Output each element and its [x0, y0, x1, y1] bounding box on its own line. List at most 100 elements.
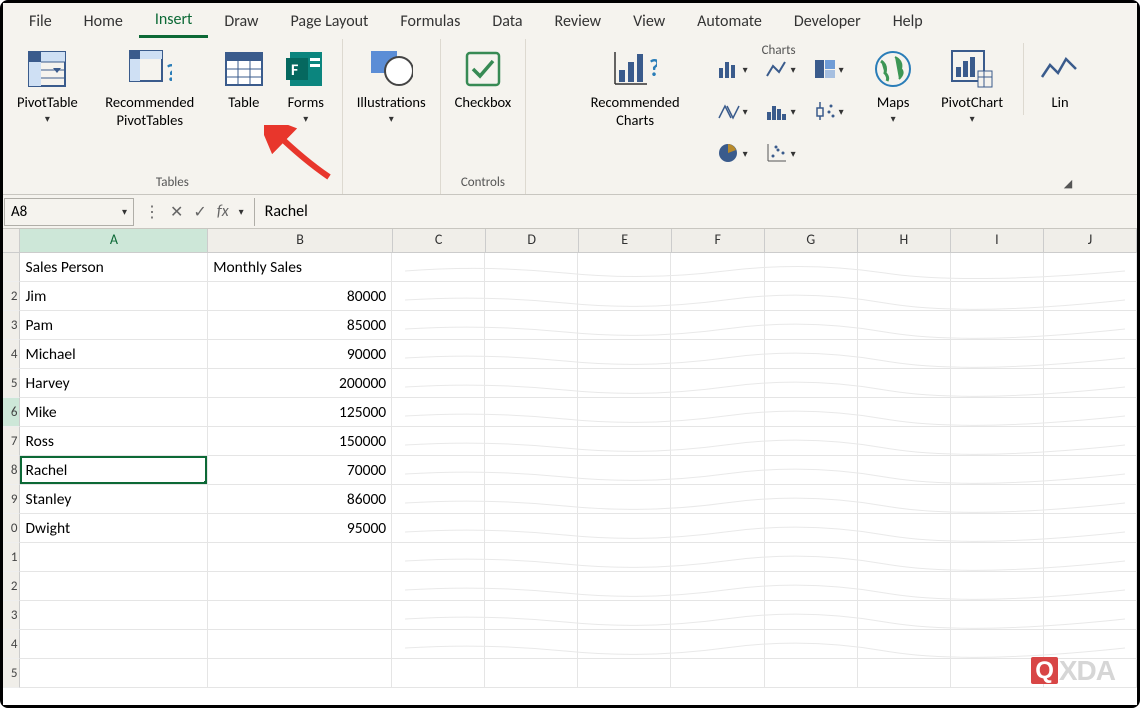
cell[interactable]: [578, 340, 671, 369]
cell[interactable]: [858, 659, 951, 688]
cell-B9[interactable]: 86000: [208, 485, 392, 514]
cell[interactable]: [392, 601, 485, 630]
sparkline-line-button[interactable]: Lin: [1023, 43, 1088, 115]
cell[interactable]: [1044, 369, 1137, 398]
cell[interactable]: [485, 253, 578, 282]
row-header[interactable]: 2: [3, 572, 20, 601]
cell[interactable]: [392, 427, 485, 456]
cell[interactable]: [392, 630, 485, 659]
cell-A6[interactable]: Mike: [20, 398, 208, 427]
cell[interactable]: [951, 456, 1044, 485]
cell[interactable]: [578, 659, 671, 688]
cell[interactable]: [858, 398, 951, 427]
cell[interactable]: [858, 369, 951, 398]
cell[interactable]: [858, 253, 951, 282]
row-header[interactable]: 1: [3, 543, 20, 572]
cell[interactable]: [578, 398, 671, 427]
row-header[interactable]: 7: [3, 427, 20, 456]
cell[interactable]: [765, 659, 858, 688]
cell[interactable]: [858, 601, 951, 630]
cell[interactable]: [208, 543, 392, 572]
cell[interactable]: [20, 543, 208, 572]
cell[interactable]: [20, 659, 208, 688]
cell[interactable]: [208, 601, 392, 630]
cell[interactable]: [208, 630, 392, 659]
checkbox-button[interactable]: Checkbox: [449, 43, 518, 115]
tab-formulas[interactable]: Formulas: [384, 6, 476, 37]
col-header-H[interactable]: H: [858, 229, 951, 252]
tab-file[interactable]: File: [13, 6, 68, 37]
column-chart-button[interactable]: ▾: [709, 49, 755, 89]
enter-icon[interactable]: ✓: [193, 202, 206, 222]
col-header-E[interactable]: E: [579, 229, 672, 252]
cell[interactable]: [578, 253, 671, 282]
cell[interactable]: [392, 514, 485, 543]
cell[interactable]: [20, 601, 208, 630]
cell[interactable]: [392, 311, 485, 340]
cell[interactable]: [951, 543, 1044, 572]
cell[interactable]: [951, 369, 1044, 398]
cell[interactable]: [858, 456, 951, 485]
cell[interactable]: [858, 572, 951, 601]
cell[interactable]: [951, 282, 1044, 311]
cell[interactable]: [392, 485, 485, 514]
cell[interactable]: [392, 572, 485, 601]
cell[interactable]: [671, 427, 764, 456]
tab-view[interactable]: View: [617, 6, 681, 37]
row-header[interactable]: 5: [3, 659, 20, 688]
cell[interactable]: [578, 630, 671, 659]
recommended-pivottables-button[interactable]: ? Recommended PivotTables: [90, 43, 210, 133]
cell[interactable]: [392, 369, 485, 398]
cell[interactable]: [578, 514, 671, 543]
cell-A3[interactable]: Pam: [20, 311, 208, 340]
scatter-chart-button[interactable]: ▾: [757, 133, 803, 173]
cell[interactable]: [1044, 427, 1137, 456]
cell[interactable]: [858, 340, 951, 369]
cell-A1[interactable]: Sales Person: [20, 253, 208, 282]
cell[interactable]: [671, 630, 764, 659]
cell[interactable]: [951, 659, 1044, 688]
cell[interactable]: [20, 572, 208, 601]
cell[interactable]: [578, 369, 671, 398]
tab-review[interactable]: Review: [539, 6, 618, 37]
cell[interactable]: [765, 311, 858, 340]
cell[interactable]: [765, 398, 858, 427]
cell[interactable]: [485, 282, 578, 311]
hierarchy-chart-button[interactable]: ▾: [709, 91, 755, 131]
cell[interactable]: [858, 427, 951, 456]
cell[interactable]: [858, 311, 951, 340]
cell[interactable]: [578, 485, 671, 514]
cell[interactable]: [208, 659, 392, 688]
tab-help[interactable]: Help: [877, 6, 939, 37]
cell[interactable]: [765, 485, 858, 514]
cell[interactable]: [951, 398, 1044, 427]
cell[interactable]: [1044, 340, 1137, 369]
cell[interactable]: [858, 543, 951, 572]
cell-B5[interactable]: 200000: [208, 369, 392, 398]
cell[interactable]: [392, 456, 485, 485]
pivotchart-button[interactable]: PivotChart ▾: [935, 43, 1009, 130]
row-header[interactable]: 3: [3, 601, 20, 630]
cell[interactable]: [208, 572, 392, 601]
tab-insert[interactable]: Insert: [139, 4, 209, 38]
cell[interactable]: [485, 543, 578, 572]
cell[interactable]: [578, 282, 671, 311]
cell[interactable]: [485, 427, 578, 456]
col-header-C[interactable]: C: [393, 229, 486, 252]
tab-draw[interactable]: Draw: [208, 6, 274, 37]
cell[interactable]: [392, 340, 485, 369]
selection-handle[interactable]: [204, 481, 208, 485]
cell[interactable]: [671, 398, 764, 427]
cell[interactable]: [671, 572, 764, 601]
col-header-A[interactable]: A: [20, 229, 208, 252]
recommended-charts-button[interactable]: ? Recommended Charts: [575, 43, 695, 133]
cell[interactable]: [485, 630, 578, 659]
cell[interactable]: [1044, 398, 1137, 427]
cell[interactable]: [671, 253, 764, 282]
row-header[interactable]: 2: [3, 282, 20, 311]
cell[interactable]: [671, 601, 764, 630]
cell[interactable]: [765, 572, 858, 601]
maps-button[interactable]: Maps ▾: [865, 43, 921, 130]
cell-A5[interactable]: Harvey: [20, 369, 208, 398]
row-header[interactable]: 6: [3, 398, 20, 427]
